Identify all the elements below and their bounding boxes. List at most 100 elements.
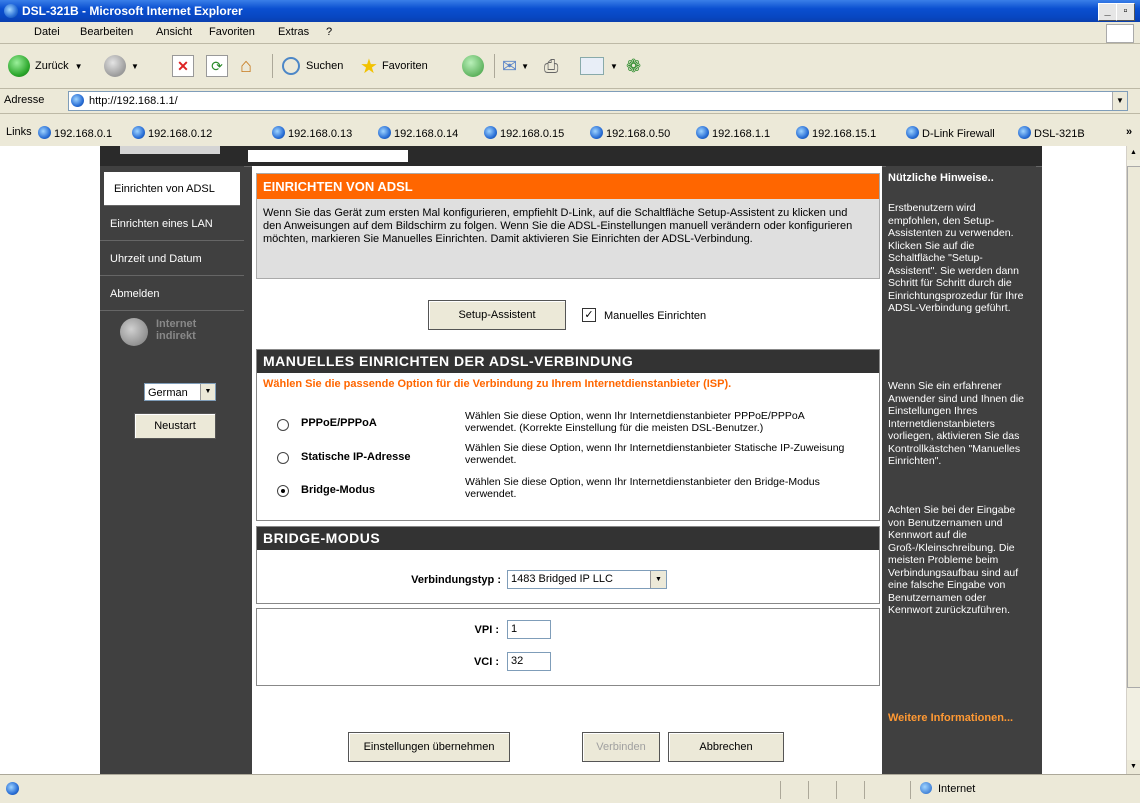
link-d-link-firewall[interactable]: D-Link Firewall — [906, 126, 995, 140]
setup-box: EINRICHTEN VON ADSL Wenn Sie das Gerät z… — [256, 173, 880, 279]
scroll-up-icon[interactable]: ▲ — [1127, 146, 1140, 160]
nav-item-adsl[interactable]: Einrichten von ADSL — [104, 172, 240, 206]
nav-item-logout[interactable]: Abmelden — [100, 277, 244, 311]
refresh-button[interactable]: ⟳ — [206, 52, 228, 80]
bridge-section-title: BRIDGE-MODUS — [257, 527, 879, 550]
more-links-icon[interactable]: » — [1126, 126, 1132, 138]
mail-button[interactable]: ✉ ▼ — [502, 52, 529, 80]
setup-wizard-button[interactable]: Setup-Assistent — [428, 300, 566, 330]
static-ip-radio[interactable] — [277, 452, 289, 464]
nav-item-time[interactable]: Uhrzeit und Datum — [100, 242, 244, 276]
ie-page-icon — [132, 126, 145, 139]
forward-arrow-icon — [104, 55, 126, 77]
minimize-button[interactable]: _ — [1098, 3, 1117, 21]
connect-button[interactable]: Verbinden — [582, 732, 660, 762]
link-192-168-0-1[interactable]: 192.168.0.1 — [38, 126, 112, 140]
link-192-168-0-12[interactable]: 192.168.0.12 — [132, 126, 212, 140]
link-192-168-0-14[interactable]: 192.168.0.14 — [378, 126, 458, 140]
scroll-down-icon[interactable]: ▼ — [1127, 760, 1140, 774]
stop-button[interactable]: ✕ — [172, 52, 194, 80]
link-192-168-1-1[interactable]: 192.168.1.1 — [696, 126, 770, 140]
left-nav: Einrichten von ADSL Einrichten eines LAN… — [100, 166, 244, 774]
scroll-thumb[interactable] — [1127, 166, 1140, 688]
hints-title: Nützliche Hinweise.. — [888, 172, 994, 184]
edit-icon — [580, 57, 604, 75]
chevron-down-icon: ▼ — [200, 384, 215, 400]
print-button[interactable]: ⎙ — [544, 52, 558, 80]
address-input[interactable]: http://192.168.1.1/ ▼ — [68, 91, 1128, 111]
vpi-input[interactable]: 1 — [507, 620, 551, 639]
toolbar: Zurück ▼ ▼ ✕ ⟳ ⌂ Suchen ★ Favoriten ✉ ▼ ⎙… — [0, 44, 1140, 89]
edit-button[interactable]: ▼ — [580, 52, 618, 80]
links-bar: Links 192.168.0.1 192.168.0.12 192.168.0… — [0, 114, 1140, 147]
vci-label: VCI : — [473, 656, 499, 668]
language-select[interactable]: German ▼ — [144, 383, 216, 401]
history-button[interactable] — [462, 52, 484, 80]
maximize-button[interactable]: ▫ — [1116, 3, 1135, 21]
favorites-button[interactable]: ★ Favoriten — [360, 52, 428, 80]
more-info-link[interactable]: Weitere Informationen... — [888, 712, 1030, 725]
ie-page-icon — [1018, 126, 1031, 139]
ie-page-icon — [378, 126, 391, 139]
bridge-section: BRIDGE-MODUS Verbindungstyp : 1483 Bridg… — [256, 526, 880, 604]
back-button[interactable]: Zurück ▼ — [8, 52, 83, 80]
restart-button[interactable]: Neustart — [134, 413, 216, 439]
back-label: Zurück — [35, 60, 69, 72]
chevron-down-icon: ▼ — [610, 61, 618, 71]
apply-settings-button[interactable]: Einstellungen übernehmen — [348, 732, 510, 762]
link-192-168-15-1[interactable]: 192.168.15.1 — [796, 126, 876, 140]
chevron-down-icon[interactable]: ▼ — [1112, 92, 1127, 110]
pppoe-label: PPPoE/PPPoA — [301, 417, 377, 429]
title-bar: DSL-321B - Microsoft Internet Explorer _… — [0, 0, 1140, 22]
bridge-mode-radio[interactable] — [277, 485, 289, 497]
link-192-168-0-15[interactable]: 192.168.0.15 — [484, 126, 564, 140]
ie-page-icon — [696, 126, 709, 139]
vertical-scrollbar[interactable]: ▲ ▼ — [1126, 146, 1140, 774]
menu-datei[interactable]: Datei — [34, 26, 60, 38]
bridge-mode-label: Bridge-Modus — [301, 484, 375, 496]
menu-favoriten[interactable]: Favoriten — [209, 26, 255, 38]
ie-page-icon — [590, 126, 603, 139]
static-ip-description: Wählen Sie diese Option, wenn Ihr Intern… — [465, 442, 845, 466]
vpi-vci-section: VPI : 1 VCI : 32 — [256, 608, 880, 686]
vci-input[interactable]: 32 — [507, 652, 551, 671]
manual-setup-checkbox[interactable]: ✓ — [582, 308, 596, 322]
search-label: Suchen — [306, 60, 344, 72]
chevron-down-icon: ▼ — [131, 61, 139, 71]
internet-status-label: Internet indirekt — [156, 318, 197, 342]
forward-button[interactable]: ▼ — [104, 52, 139, 80]
vpi-label: VPI : — [474, 624, 499, 636]
setup-title: EINRICHTEN VON ADSL — [257, 174, 879, 199]
nav-item-lan[interactable]: Einrichten eines LAN — [100, 207, 244, 241]
internet-status-icon — [120, 318, 148, 346]
home-button[interactable]: ⌂ — [240, 52, 252, 80]
cancel-button[interactable]: Abbrechen — [668, 732, 784, 762]
link-192-168-0-50[interactable]: 192.168.0.50 — [590, 126, 670, 140]
ie-logo-icon — [4, 4, 18, 18]
search-icon — [282, 57, 300, 75]
menu-bar: Datei Bearbeiten Ansicht Favoriten Extra… — [0, 22, 1140, 44]
ie-page-icon — [272, 126, 285, 139]
bridge-mode-description: Wählen Sie diese Option, wenn Ihr Intern… — [465, 476, 820, 500]
pppoe-radio[interactable] — [277, 419, 289, 431]
link-192-168-0-13[interactable]: 192.168.0.13 — [272, 126, 352, 140]
chevron-down-icon: ▼ — [650, 571, 666, 588]
menu-help[interactable]: ? — [326, 26, 332, 38]
connection-type-select[interactable]: 1483 Bridged IP LLC ▼ — [507, 570, 667, 589]
menu-extras[interactable]: Extras — [278, 26, 309, 38]
static-ip-label: Statische IP-Adresse — [301, 451, 411, 463]
star-icon: ★ — [360, 55, 378, 78]
messenger-button[interactable]: ❁ — [626, 52, 641, 80]
internet-zone-icon — [920, 782, 932, 794]
menu-bearbeiten[interactable]: Bearbeiten — [80, 26, 133, 38]
back-arrow-icon — [8, 55, 30, 77]
address-url: http://192.168.1.1/ — [89, 95, 178, 107]
status-bar: Internet — [0, 774, 1140, 803]
manual-section-subtitle: Wählen Sie die passende Option für die V… — [263, 378, 732, 390]
hints-paragraph-1: Erstbenutzern wird empfohlen, den Setup-… — [888, 202, 1024, 314]
hints-panel: Nützliche Hinweise.. Erstbenutzern wird … — [886, 166, 1036, 774]
menu-ansicht[interactable]: Ansicht — [156, 26, 192, 38]
link-dsl-321b[interactable]: DSL-321B — [1018, 126, 1085, 140]
search-button[interactable]: Suchen — [282, 52, 343, 80]
mail-icon: ✉ — [502, 55, 518, 76]
